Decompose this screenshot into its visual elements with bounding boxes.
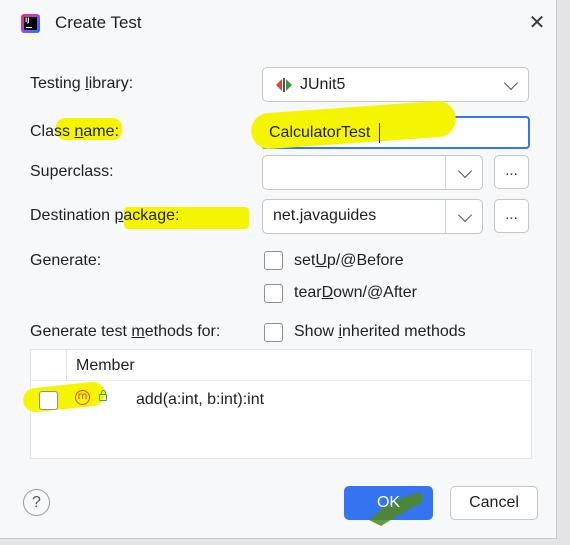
setup-checkbox[interactable] [264,251,283,270]
junit-icon [276,78,292,92]
show-inherited-checkbox[interactable] [264,323,283,342]
superclass-combo[interactable] [262,155,483,190]
testing-library-label: Testing library: [30,75,134,92]
package-browse-button[interactable]: ... [494,199,529,233]
class-name-value: CalculatorTest [269,124,371,141]
setup-label[interactable]: setUp/@Before [294,252,404,270]
superclass-browse-button[interactable]: ... [494,155,529,189]
highlight-mark [21,380,107,414]
chevron-down-icon [503,75,519,91]
background-bottom [0,539,570,545]
ok-label: OK [376,494,401,511]
generate-label: Generate: [30,252,102,269]
chevron-down-icon [457,163,473,179]
show-inherited-label[interactable]: Show inherited methods [294,323,466,341]
cancel-button[interactable]: Cancel [450,486,538,520]
method-signature: add(a:int, b:int):int [136,391,265,408]
class-name-field[interactable]: CalculatorTest [249,99,530,151]
destination-package-combo[interactable]: net.javaguides [262,199,483,234]
create-test-dialog: IJ Create Test ✕ Testing library: JUnit5… [0,0,557,539]
combo-divider [445,156,446,189]
combo-divider [445,200,446,233]
dialog-title: Create Test [55,13,142,32]
testing-library-combo[interactable]: JUnit5 [262,67,529,102]
method-icon: m [75,390,90,405]
background-right [557,0,570,545]
intellij-idea-icon: IJ [21,14,40,33]
row-checkbox[interactable] [39,391,58,410]
destination-package-value: net.javaguides [273,207,377,224]
destination-package-label: Destination package: [30,207,180,224]
class-name-label: Class name: [30,123,119,140]
testing-library-value: JUnit5 [300,76,346,93]
text-cursor [379,123,380,143]
column-header-member: Member [76,357,135,374]
teardown-label[interactable]: tearDown/@After [294,284,417,302]
table-header-divider [66,349,67,380]
generate-methods-label: Generate test methods for: [30,323,221,340]
close-icon[interactable]: ✕ [527,12,547,32]
chevron-down-icon [457,207,473,223]
help-button[interactable]: ? [23,489,50,516]
table-header-border [31,380,531,381]
teardown-checkbox[interactable] [264,284,283,303]
superclass-label: Superclass: [30,163,114,180]
public-lock-icon [99,390,107,401]
